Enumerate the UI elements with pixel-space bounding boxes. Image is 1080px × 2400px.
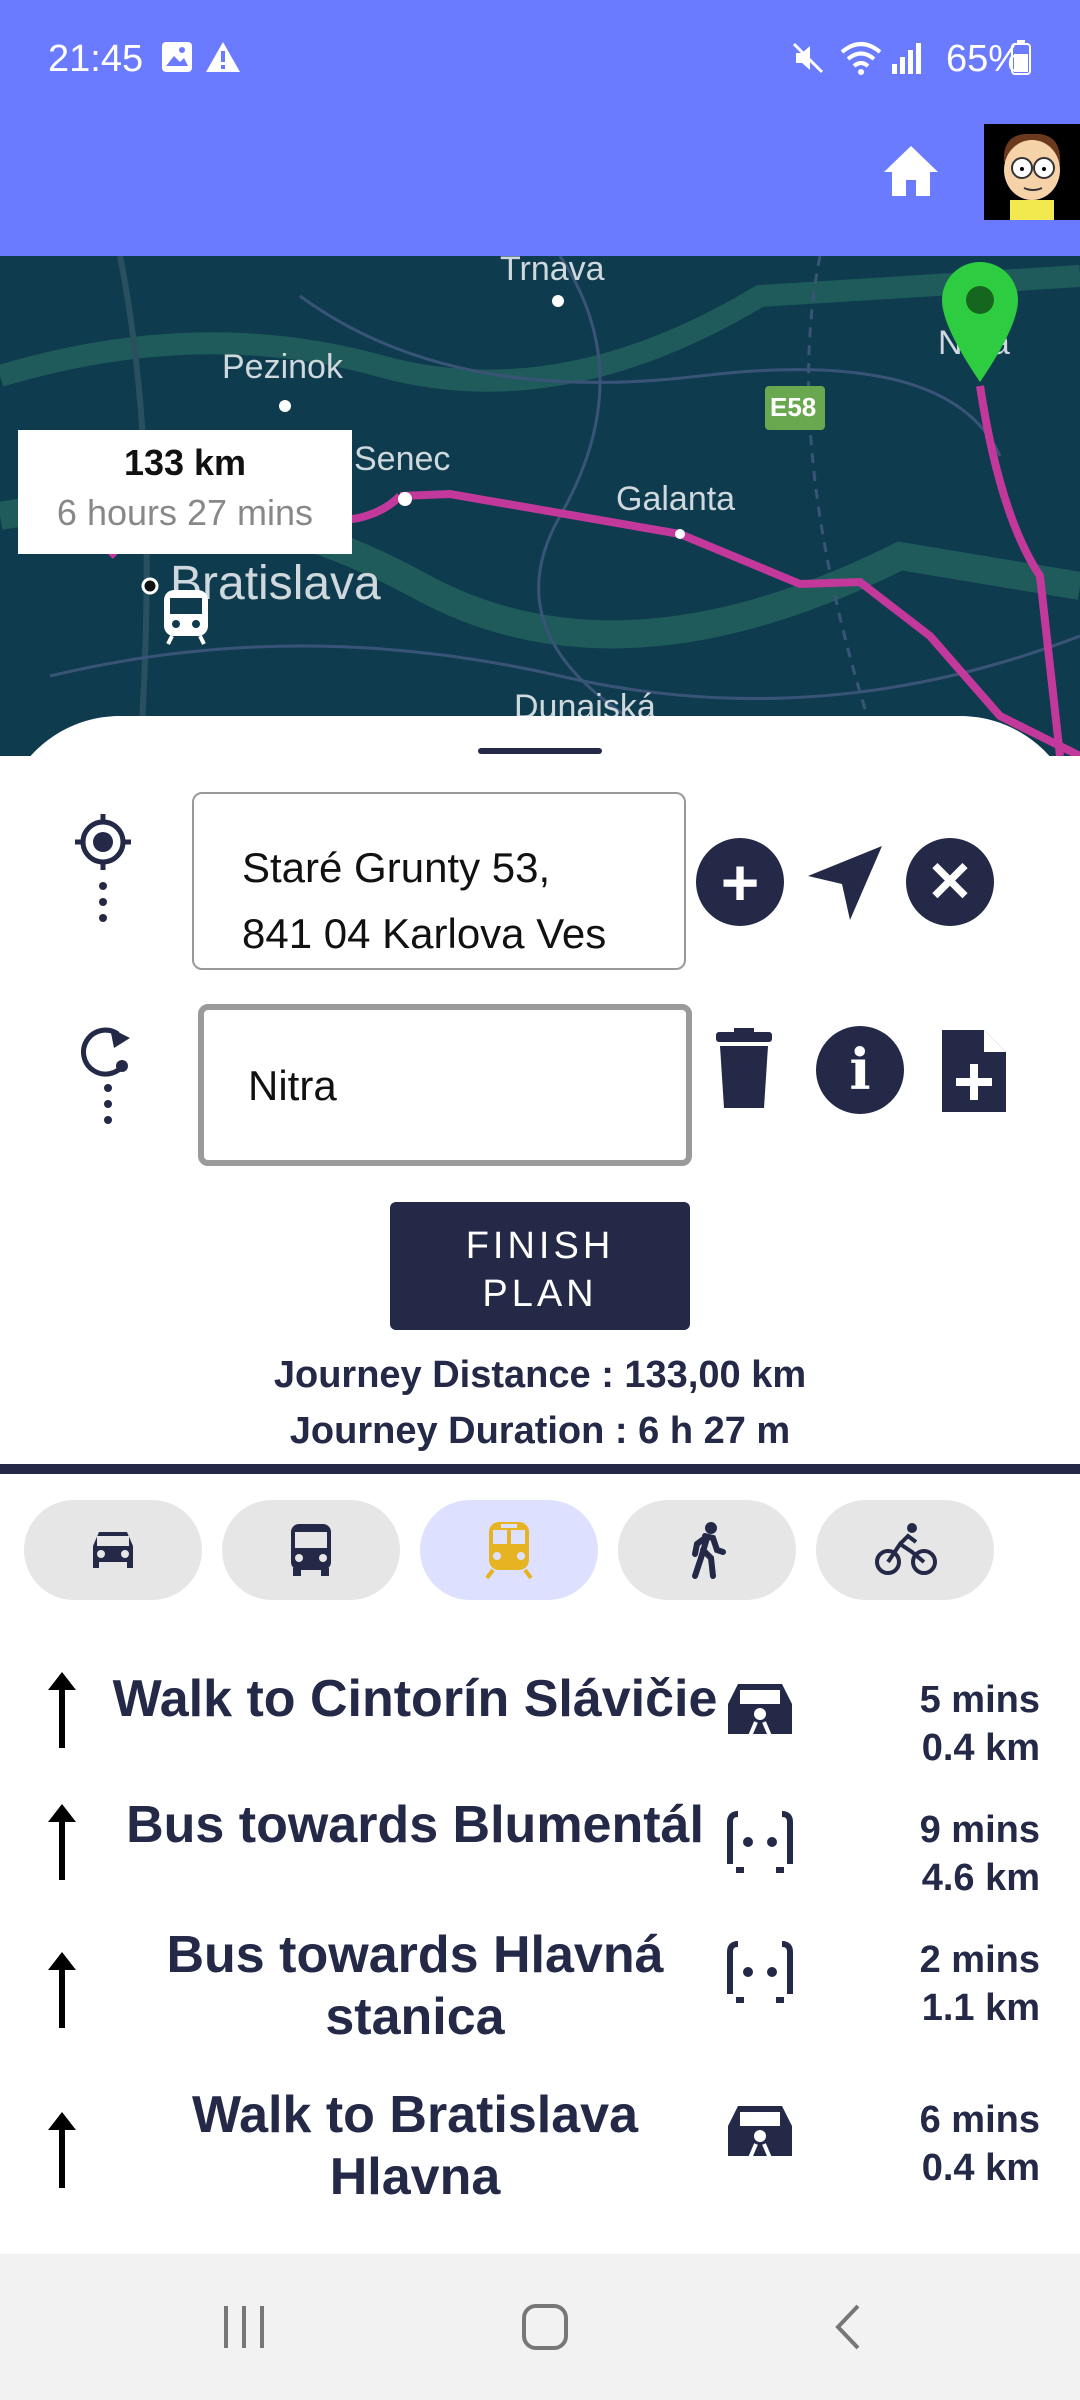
step-time: 6 mins: [919, 2099, 1040, 2141]
step-label: Walk to Cintorín Slávičie: [112, 1670, 718, 1728]
destination-loop-icon: [81, 1027, 130, 1124]
start-location-value-line2: 841 04 Karlova Ves: [242, 910, 607, 957]
step-time: 9 mins: [919, 1809, 1040, 1851]
start-location-input[interactable]: Staré Grunty 53, 841 04 Karlova Ves: [192, 792, 686, 970]
finish-plan-label-2: PLAN: [482, 1273, 598, 1315]
step-label: Bus towards Hlavná stanica: [166, 1926, 664, 2046]
arrow-up-icon: [48, 1672, 76, 1748]
mute-icon: [792, 42, 824, 74]
finish-plan-button[interactable]: FINISH PLAN: [390, 1202, 690, 1330]
plus-icon: +: [720, 845, 760, 919]
battery-icon: [1011, 40, 1031, 75]
recent-apps-icon[interactable]: [220, 2304, 270, 2350]
mode-car[interactable]: [24, 1500, 202, 1600]
avatar-image: [984, 124, 1080, 220]
add-document-icon[interactable]: [938, 1026, 1010, 1116]
step-distance: 0.4 km: [921, 2147, 1040, 2189]
signal-icon: [892, 43, 921, 74]
walk-icon: [692, 1522, 726, 1579]
avatar[interactable]: [984, 124, 1080, 220]
map-label-trnava: Trnava: [500, 256, 605, 288]
close-icon: ✕: [926, 850, 974, 913]
arrow-up-icon: [48, 2112, 76, 2188]
walk-badge-icon: [728, 1684, 792, 1737]
mode-bus[interactable]: [222, 1500, 400, 1600]
step-time: 2 mins: [919, 1939, 1040, 1981]
journey-duration: Journey Duration : 6 h 27 m: [289, 1410, 791, 1452]
image-icon: [162, 42, 192, 72]
step-distance: 0.4 km: [921, 1727, 1040, 1769]
mode-bike[interactable]: [816, 1500, 994, 1600]
step-label: Bus towards Blumentál: [126, 1796, 704, 1854]
bus-badge-icon: [727, 1941, 793, 2003]
start-location-value: Staré Grunty 53,: [242, 844, 551, 891]
info-icon: i: [849, 1037, 871, 1103]
current-location-button[interactable]: [800, 838, 890, 928]
trash-icon[interactable]: [712, 1028, 776, 1110]
step-distance: 1.1 km: [921, 1987, 1040, 2029]
step-distance: 4.6 km: [921, 1857, 1040, 1899]
bus-badge-icon: [727, 1811, 793, 1873]
info-button[interactable]: i: [816, 1026, 904, 1114]
divider: [0, 1464, 1080, 1474]
map-label-senec: Senec: [354, 440, 451, 478]
wifi-icon: [840, 42, 882, 75]
car-icon: [93, 1532, 133, 1568]
origin-location-icon: [75, 814, 131, 922]
train-icon: [485, 1522, 533, 1580]
bus-icon: [291, 1524, 331, 1576]
route-info-card: 133 km 6 hours 27 mins: [18, 430, 352, 554]
route-duration: 6 hours 27 mins: [56, 492, 314, 533]
sheet-drag-handle[interactable]: [478, 748, 602, 754]
arrow-up-icon: [48, 1804, 76, 1880]
journey-distance: Journey Distance : 133,00 km: [273, 1354, 807, 1396]
finish-plan-label-1: FINISH: [465, 1225, 615, 1267]
arrow-up-icon: [48, 1952, 76, 2028]
system-nav-bar: [0, 2254, 1080, 2400]
train-marker-icon[interactable]: [162, 588, 210, 646]
map-label-pezinok: Pezinok: [222, 348, 343, 386]
bike-icon: [875, 1523, 937, 1575]
clear-button[interactable]: ✕: [906, 838, 994, 926]
add-stop-button[interactable]: +: [696, 838, 784, 926]
step-time: 5 mins: [919, 1679, 1040, 1721]
map-label-galanta: Galanta: [616, 480, 736, 518]
destination-pin-icon[interactable]: [934, 256, 1026, 386]
status-time: 21:45: [48, 38, 144, 80]
destination-input[interactable]: Nitra: [198, 1004, 692, 1166]
warning-icon: [206, 42, 240, 72]
route-distance: 133 km: [123, 442, 247, 483]
step-label: Walk to Bratislava Hlavna: [191, 2086, 638, 2206]
home-icon[interactable]: [880, 140, 942, 202]
walk-badge-icon: [728, 2106, 792, 2159]
mode-walk[interactable]: [618, 1500, 796, 1600]
back-icon[interactable]: [828, 2302, 868, 2352]
map-road-label: E58: [770, 392, 817, 422]
status-bar: 21:45 65%: [0, 0, 1080, 125]
mode-train[interactable]: [420, 1500, 598, 1600]
home-nav-icon[interactable]: [520, 2302, 570, 2352]
